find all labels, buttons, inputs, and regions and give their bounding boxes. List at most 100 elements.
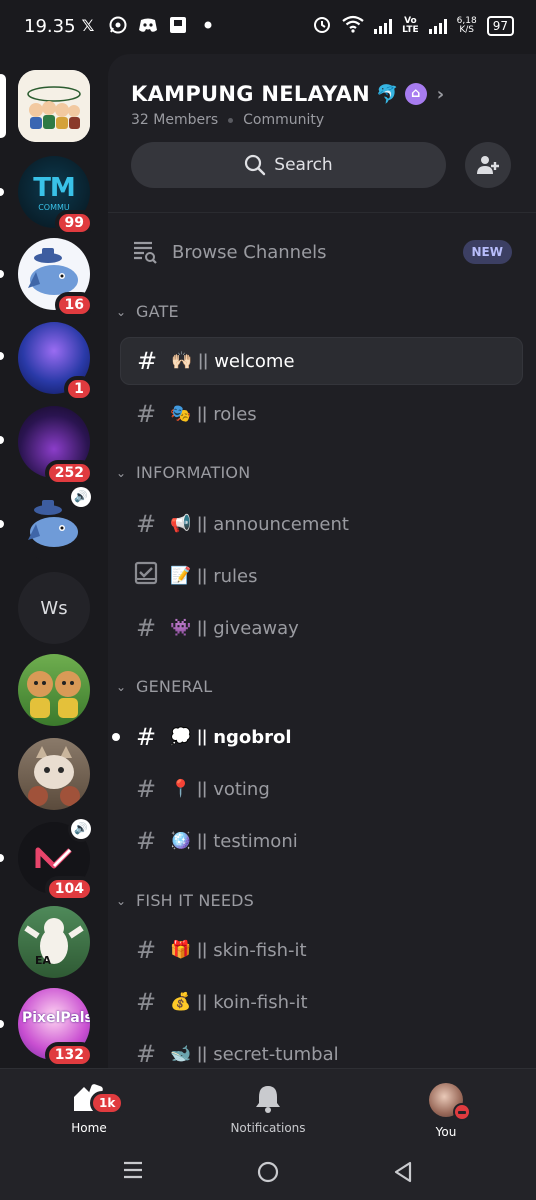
text-channel-icon: # <box>135 723 157 751</box>
server-tm-community[interactable]: TM COMMU 99 <box>18 156 94 236</box>
category-information[interactable]: ⌄ INFORMATION <box>116 463 250 482</box>
channel-separator: ǀǀ <box>198 351 209 371</box>
home-button[interactable] <box>256 1160 280 1190</box>
channel-welcome[interactable]: # 🙌🏻 ǀǀ welcome <box>120 337 523 385</box>
channel-separator: ǀǀ <box>197 727 208 747</box>
channel-separator: ǀǀ <box>197 514 208 534</box>
channel-koin-fish-it[interactable]: # 💰 ǀǀ koin-fish-it <box>120 978 523 1026</box>
category-gate[interactable]: ⌄ GATE <box>116 302 179 321</box>
category-label: GENERAL <box>136 677 213 696</box>
channel-secret-tumbal[interactable]: # 🐋 ǀǀ secret-tumbal <box>120 1030 523 1068</box>
channel-name: testimoni <box>213 830 298 852</box>
signal-2-icon <box>428 18 447 34</box>
user-avatar <box>429 1083 471 1121</box>
status-bar: 19.35 𝕏 Vo LTE 6,18 K/S 97 <box>0 0 536 54</box>
chevron-down-icon: ⌄ <box>116 893 127 908</box>
channel-ngobrol[interactable]: # 💭 ǀǀ ngobrol <box>112 713 523 761</box>
mention-badge: 132 <box>44 1042 94 1068</box>
channel-name: announcement <box>213 513 349 535</box>
server-ea[interactable]: EA <box>18 906 90 978</box>
channel-name: ngobrol <box>213 726 292 748</box>
server-fish-hat[interactable]: 16 <box>18 238 94 318</box>
channel-testimoni[interactable]: # 🪩 ǀǀ testimoni <box>120 817 523 865</box>
channel-name: koin-fish-it <box>213 991 308 1013</box>
status-right-icons: Vo LTE 6,18 K/S 97 <box>312 14 514 38</box>
server-name: KAMPUNG NELAYAN <box>131 82 371 106</box>
server-pixelpals[interactable]: PixelPals 132 <box>18 988 94 1068</box>
dolphin-emoji-icon: 🐬 <box>376 83 399 105</box>
header-divider <box>108 212 536 213</box>
unread-dot <box>0 270 4 278</box>
nav-you-label: You <box>435 1125 457 1139</box>
channel-rules[interactable]: 📝 ǀǀ rules <box>120 552 523 600</box>
nav-home[interactable]: 1k Home <box>64 1083 125 1135</box>
channel-giveaway[interactable]: # 👾 ǀǀ giveaway <box>120 604 523 652</box>
mention-badge: 104 <box>44 876 94 902</box>
browse-channels-label: Browse Channels <box>172 241 327 263</box>
text-channel-icon: # <box>135 510 157 538</box>
kampung-nelayan-logo-icon <box>27 86 81 129</box>
nav-notifications[interactable]: Notifications <box>220 1083 316 1135</box>
channel-announcement[interactable]: # 📢 ǀǀ announcement <box>120 500 523 548</box>
rules-channel-icon <box>132 561 160 591</box>
nav-notifications-label: Notifications <box>230 1121 306 1135</box>
invite-members-button[interactable] <box>465 142 511 188</box>
server-type: Community <box>243 112 325 128</box>
channel-separator: ǀǀ <box>197 404 208 424</box>
browse-channels-row[interactable]: Browse Channels NEW <box>132 237 512 267</box>
channel-panel: KAMPUNG NELAYAN 🐬 ⌂ › 32 Members Communi… <box>108 54 536 1068</box>
server-n-logo[interactable]: 🔊 104 <box>18 816 94 902</box>
mention-badge: 99 <box>54 210 94 236</box>
category-label: INFORMATION <box>136 463 251 482</box>
text-channel-icon: # <box>135 400 157 428</box>
server-kitten[interactable] <box>18 738 90 810</box>
channel-skin-fish-it[interactable]: # 🎁 ǀǀ skin-fish-it <box>120 926 523 974</box>
channel-roles[interactable]: # 🎭 ǀǀ roles <box>120 390 523 438</box>
voice-active-icon: 🔊 <box>68 816 94 842</box>
channel-emoji: 📢 <box>170 514 192 534</box>
server-blue-light[interactable]: 1 <box>18 322 94 402</box>
twins-avatar-icon <box>27 671 81 718</box>
channel-emoji: 📍 <box>170 779 192 799</box>
channel-voting[interactable]: # 📍 ǀǀ voting <box>120 765 523 813</box>
category-label: FISH IT NEEDS <box>136 891 255 910</box>
server-fish-voice[interactable]: 🔊 <box>18 484 94 562</box>
search-icon <box>245 154 266 176</box>
chevron-down-icon: ⌄ <box>116 679 127 694</box>
text-channel-icon: # <box>135 988 157 1016</box>
member-count: 32 Members <box>131 112 219 128</box>
text-channel-icon: # <box>135 936 157 964</box>
channel-name: welcome <box>214 350 295 372</box>
server-neon-game[interactable]: 252 <box>18 406 94 486</box>
dog-avatar-icon <box>24 918 84 964</box>
category-fish-it-needs[interactable]: ⌄ FISH IT NEEDS <box>116 891 254 910</box>
chevron-down-icon: ⌄ <box>116 304 127 319</box>
search-button[interactable]: Search <box>131 142 446 188</box>
server-twins[interactable] <box>18 654 90 726</box>
category-label: GATE <box>136 302 179 321</box>
nav-you[interactable]: You <box>418 1083 474 1139</box>
channel-separator: ǀǀ <box>197 618 208 638</box>
server-kampung-nelayan[interactable] <box>18 70 90 142</box>
server-header[interactable]: KAMPUNG NELAYAN 🐬 ⌂ › <box>131 82 445 106</box>
server-ws[interactable]: Ws <box>18 572 90 644</box>
channel-emoji: 💰 <box>170 992 192 1012</box>
discord-icon <box>138 15 158 35</box>
back-button[interactable] <box>392 1160 414 1190</box>
unread-dot <box>0 854 4 862</box>
nav-home-label: Home <box>71 1121 107 1135</box>
channel-emoji: 📝 <box>170 566 192 586</box>
server-label: EA <box>35 954 52 967</box>
text-channel-icon: # <box>136 347 158 375</box>
text-channel-icon: # <box>135 827 157 855</box>
channel-separator: ǀǀ <box>197 940 208 960</box>
add-user-icon <box>477 156 499 174</box>
category-general[interactable]: ⌄ GENERAL <box>116 677 212 696</box>
channel-emoji: 💭 <box>170 727 192 747</box>
x-app-icon: 𝕏 <box>81 15 95 35</box>
text-channel-icon: # <box>135 614 157 642</box>
recent-apps-button[interactable] <box>122 1160 144 1186</box>
signal-1-icon <box>374 18 393 34</box>
server-label: TM <box>33 172 76 203</box>
server-rail[interactable]: TM COMMU 99 16 1 252 🔊 Ws 🔊 104 EA Pixel… <box>0 54 108 1068</box>
